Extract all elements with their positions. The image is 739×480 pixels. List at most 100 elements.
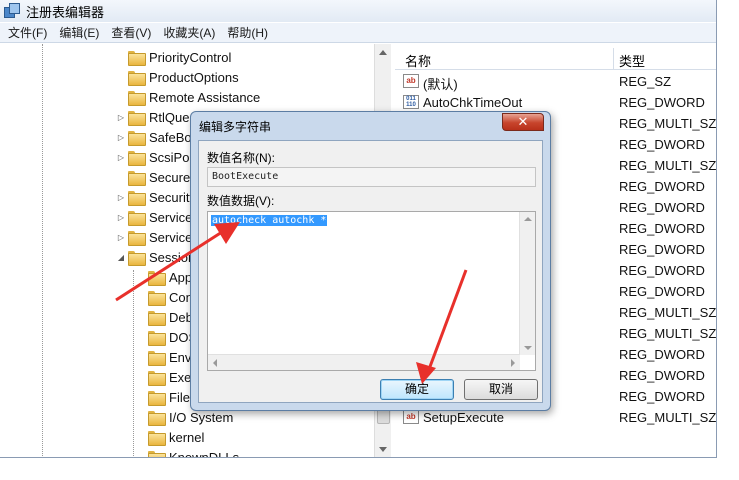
tree-item[interactable]: ▷ RtlQue	[116, 107, 189, 127]
scroll-right-icon[interactable]	[511, 359, 515, 367]
tree-item-label: kernel	[169, 429, 205, 445]
value-name: AutoChkTimeOut	[423, 95, 523, 110]
list-item[interactable]: 011 110 AutoChkTimeOut REG_DWORD	[395, 92, 716, 113]
tree-item-label: PriorityControl	[149, 49, 232, 65]
tree-item[interactable]: KnownDLLs	[136, 447, 240, 458]
value-type: REG_DWORD	[619, 137, 705, 152]
tree-item-label: Service	[149, 229, 193, 245]
expand-toggle-icon[interactable]: ▷	[116, 193, 126, 202]
tree-item-label: Service	[149, 209, 193, 225]
tree-item[interactable]: kernel	[136, 427, 204, 447]
list-item[interactable]: ab (默认) REG_SZ	[395, 71, 716, 92]
menu-favorites[interactable]: 收藏夹(A)	[163, 24, 215, 41]
menu-file[interactable]: 文件(F)	[8, 24, 47, 41]
value-type: REG_MULTI_SZ	[619, 326, 717, 341]
folder-icon	[148, 450, 166, 457]
expand-toggle-icon[interactable]: ▷	[116, 133, 126, 142]
value-data-label: 数值数据(V):	[207, 194, 275, 208]
tree-item[interactable]: ▷ SafeBo	[116, 127, 192, 147]
dialog-body: 数值名称(N): BootExecute 数值数据(V): autocheck …	[198, 140, 543, 403]
menu-edit[interactable]: 编辑(E)	[59, 24, 99, 41]
scroll-down-icon[interactable]	[524, 346, 532, 350]
tree-item-label: ProductOptions	[149, 69, 239, 85]
ok-button[interactable]: 确定	[380, 379, 454, 400]
value-type: REG_DWORD	[619, 263, 705, 278]
scroll-down-arrow-icon[interactable]	[379, 447, 387, 452]
value-name-label: 数值名称(N):	[207, 151, 275, 165]
folder-icon	[128, 190, 146, 206]
tree-item-label: Security	[149, 189, 196, 205]
close-icon[interactable]: ✕	[502, 113, 544, 131]
tree-item-label: KnownDLLs	[169, 449, 240, 458]
value-type: REG_DWORD	[619, 347, 705, 362]
menu-help[interactable]: 帮助(H)	[227, 24, 268, 41]
tree-item[interactable]: Exe	[136, 367, 191, 387]
folder-icon	[128, 90, 146, 106]
tree-item[interactable]: Con	[136, 287, 193, 307]
folder-icon	[128, 130, 146, 146]
value-data-selected-text[interactable]: autocheck autochk *	[211, 215, 328, 226]
column-header-type[interactable]: 类型	[619, 51, 645, 70]
folder-icon	[148, 270, 166, 286]
value-type: REG_MULTI_SZ	[619, 305, 717, 320]
value-type: REG_DWORD	[619, 368, 705, 383]
tree-item[interactable]: ▷ Service	[116, 207, 192, 227]
tree-item[interactable]: DOS	[136, 327, 197, 347]
value-type: REG_SZ	[619, 74, 672, 89]
value-type: REG_MULTI_SZ	[619, 410, 717, 425]
scroll-up-arrow-icon[interactable]	[379, 50, 387, 55]
value-type: REG_DWORD	[619, 242, 705, 257]
tree-item-label: ScsiPor	[149, 149, 194, 165]
value-name: SetupExecute	[423, 410, 504, 425]
string-value-icon: ab	[403, 74, 419, 88]
folder-icon	[128, 230, 146, 246]
tree-item[interactable]: FileF	[136, 387, 198, 407]
cancel-button[interactable]: 取消	[464, 379, 538, 400]
tree-item[interactable]: Remote Assistance	[116, 87, 260, 107]
menu-bar: 文件(F) 编辑(E) 查看(V) 收藏夹(A) 帮助(H)	[0, 23, 716, 43]
folder-icon	[128, 50, 146, 66]
window-title: 注册表编辑器	[26, 4, 105, 20]
value-type: REG_DWORD	[619, 179, 705, 194]
string-value-icon: ab	[403, 410, 419, 424]
tree-item[interactable]: ◢ Session	[116, 247, 195, 267]
tree-item[interactable]: PriorityControl	[116, 47, 231, 67]
value-data-textarea[interactable]: autocheck autochk *	[207, 211, 536, 371]
value-type: REG_DWORD	[619, 95, 705, 110]
scroll-left-icon[interactable]	[213, 359, 217, 367]
tree-item[interactable]: ▷ ScsiPor	[116, 147, 194, 167]
menu-view[interactable]: 查看(V)	[111, 24, 151, 41]
tree-item[interactable]: Envi	[136, 347, 194, 367]
tree-item-label: SafeBo	[149, 129, 192, 145]
tree-item[interactable]: App	[136, 267, 192, 287]
tree-item-label: RtlQue	[149, 109, 190, 125]
value-name-field: BootExecute	[207, 167, 536, 187]
tree-item-label: Exe	[169, 369, 192, 385]
expand-toggle-icon[interactable]: ▷	[116, 233, 126, 242]
expand-toggle-icon[interactable]: ▷	[116, 213, 126, 222]
binary-value-icon: 011 110	[403, 95, 419, 109]
expand-toggle-icon[interactable]: ▷	[116, 153, 126, 162]
dialog-title: 编辑多字符串	[199, 120, 272, 134]
folder-icon	[128, 70, 146, 86]
textarea-horizontal-scrollbar[interactable]	[208, 354, 520, 370]
column-header-name[interactable]: 名称	[405, 51, 431, 70]
tree-item[interactable]: SecureI	[116, 167, 194, 187]
tree-item-label: Remote Assistance	[149, 89, 261, 105]
list-header: 名称 类型	[395, 48, 716, 70]
tree-item[interactable]: ProductOptions	[116, 67, 239, 87]
tree-item-label: SecureI	[149, 169, 194, 185]
tree-item-label: I/O System	[169, 409, 234, 425]
expand-toggle-icon[interactable]: ◢	[116, 253, 126, 262]
tree-item[interactable]: ▷ Service	[116, 227, 192, 247]
expand-toggle-icon[interactable]: ▷	[116, 113, 126, 122]
folder-icon	[128, 170, 146, 186]
value-name: (默认)	[423, 77, 458, 92]
scroll-up-icon[interactable]	[524, 217, 532, 221]
folder-icon	[128, 110, 146, 126]
tree-item[interactable]: Deb	[136, 307, 193, 327]
folder-icon	[148, 370, 166, 386]
textarea-vertical-scrollbar[interactable]	[519, 212, 535, 355]
tree-item[interactable]: ▷ Security	[116, 187, 196, 207]
value-type: REG_DWORD	[619, 284, 705, 299]
